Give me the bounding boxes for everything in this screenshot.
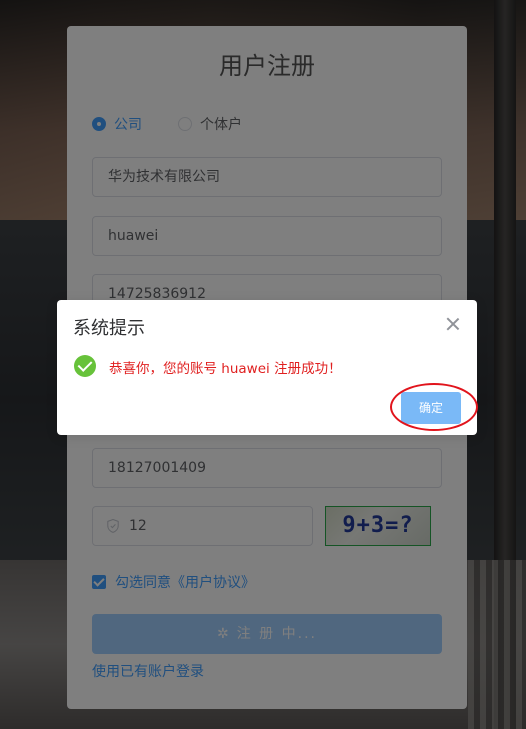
success-icon: [74, 355, 96, 377]
close-icon[interactable]: [446, 317, 460, 331]
dialog-title: 系统提示: [73, 318, 145, 339]
annotation-circle: [390, 383, 478, 431]
message-dialog: 系统提示 恭喜你，您的账号 huawei 注册成功！ 确定: [57, 300, 478, 435]
dialog-message: 恭喜你，您的账号 huawei 注册成功！: [109, 361, 342, 377]
